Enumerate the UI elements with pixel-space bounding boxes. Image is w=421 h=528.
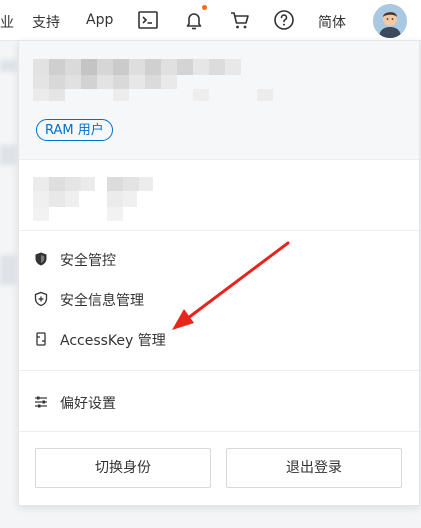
logout-button[interactable]: 退出登录 [226, 448, 402, 488]
language-switch[interactable]: 简体 [318, 12, 346, 32]
background-content [0, 255, 16, 285]
menu-item-label: 安全管控 [60, 253, 116, 269]
menu-item-label: 安全信息管理 [60, 293, 144, 309]
ram-user-badge: RAM 用户 [36, 119, 113, 141]
menu-item-security-info[interactable]: 安全信息管理 [19, 283, 419, 315]
menu-item-accesskey[interactable]: AccessKey 管理 [19, 323, 419, 355]
sliders-icon [33, 394, 49, 410]
cart-icon[interactable] [228, 8, 252, 32]
notification-dot [202, 5, 207, 10]
top-navigation-bar: 业 支持 App 简体 [0, 0, 421, 41]
divider [19, 431, 419, 432]
nav-item-support[interactable]: 支持 [32, 12, 60, 32]
background-content [0, 60, 16, 72]
menu-item-label: 偏好设置 [60, 396, 116, 412]
divider [19, 230, 419, 231]
shield-plus-icon [33, 291, 49, 307]
bell-icon[interactable] [182, 8, 206, 32]
shield-fill-icon [33, 251, 49, 267]
background-content [0, 145, 16, 165]
account-dropdown-panel: RAM 用户 安全管控 安全信息管理 AccessKey 管理 偏好设置 切换身… [18, 40, 420, 506]
switch-identity-button[interactable]: 切换身份 [35, 448, 211, 488]
divider [19, 370, 419, 371]
nav-item-partial[interactable]: 业 [0, 12, 14, 32]
key-icon [33, 331, 49, 347]
account-info-header: RAM 用户 [19, 41, 419, 160]
menu-item-security-control[interactable]: 安全管控 [19, 243, 419, 275]
menu-item-label: AccessKey 管理 [60, 333, 166, 349]
terminal-icon[interactable] [136, 8, 160, 32]
menu-item-preferences[interactable]: 偏好设置 [19, 386, 419, 418]
help-icon[interactable] [272, 8, 296, 32]
avatar[interactable] [373, 4, 407, 38]
nav-item-app[interactable]: App [86, 12, 113, 28]
